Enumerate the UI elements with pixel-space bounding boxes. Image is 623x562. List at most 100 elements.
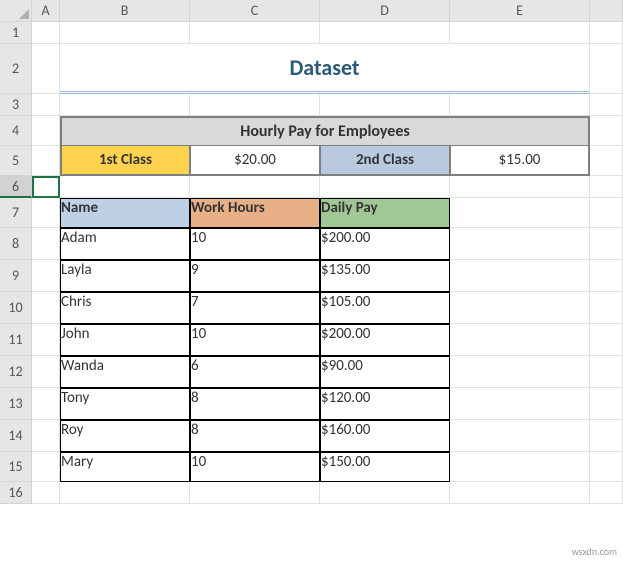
cell-C3[interactable] xyxy=(190,94,320,116)
th-hours[interactable]: Work Hours xyxy=(190,198,320,228)
row-header-5[interactable]: 5 xyxy=(0,146,32,176)
table-row[interactable]: $135.00 xyxy=(320,260,450,292)
table-row[interactable]: Adam xyxy=(60,228,190,260)
cell-E15[interactable] xyxy=(450,452,590,482)
cell-B3[interactable] xyxy=(60,94,190,116)
row-header-6[interactable]: 6 xyxy=(0,176,32,198)
cell-E10[interactable] xyxy=(450,292,590,324)
table-row[interactable]: John xyxy=(60,324,190,356)
row-header-8[interactable]: 8 xyxy=(0,228,32,260)
table-row[interactable]: Chris xyxy=(60,292,190,324)
cell-A16[interactable] xyxy=(32,482,60,504)
cell-A1[interactable] xyxy=(32,22,60,44)
row-header-7[interactable]: 7 xyxy=(0,198,32,228)
cell-A5[interactable] xyxy=(32,146,60,176)
row-header-1[interactable]: 1 xyxy=(0,22,32,44)
table-row[interactable]: Mary xyxy=(60,452,190,482)
cell-F10[interactable] xyxy=(590,292,623,324)
cell-C6[interactable] xyxy=(190,176,320,198)
col-header-D[interactable]: D xyxy=(320,0,450,22)
table-row[interactable]: Wanda xyxy=(60,356,190,388)
cell-A12[interactable] xyxy=(32,356,60,388)
cell-E12[interactable] xyxy=(450,356,590,388)
cell-A15[interactable] xyxy=(32,452,60,482)
cell-A4[interactable] xyxy=(32,116,60,146)
col-header-A[interactable]: A xyxy=(32,0,60,22)
cell-A10[interactable] xyxy=(32,292,60,324)
cell-E13[interactable] xyxy=(450,388,590,420)
table-row[interactable]: Layla xyxy=(60,260,190,292)
cell-A11[interactable] xyxy=(32,324,60,356)
cell-F11[interactable] xyxy=(590,324,623,356)
table-row[interactable]: 6 xyxy=(190,356,320,388)
table-row[interactable]: $200.00 xyxy=(320,324,450,356)
row-header-14[interactable]: 14 xyxy=(0,420,32,452)
cell-F8[interactable] xyxy=(590,228,623,260)
row-header-4[interactable]: 4 xyxy=(0,116,32,146)
table-row[interactable]: $120.00 xyxy=(320,388,450,420)
col-header-C[interactable]: C xyxy=(190,0,320,22)
cell-F9[interactable] xyxy=(590,260,623,292)
cell-F6[interactable] xyxy=(590,176,623,198)
cell-E6[interactable] xyxy=(450,176,590,198)
cell-F16[interactable] xyxy=(590,482,623,504)
cell-B6[interactable] xyxy=(60,176,190,198)
row-header-10[interactable]: 10 xyxy=(0,292,32,324)
col-header-B[interactable]: B xyxy=(60,0,190,22)
cell-F13[interactable] xyxy=(590,388,623,420)
cell-A3[interactable] xyxy=(32,94,60,116)
th-pay[interactable]: Daily Pay xyxy=(320,198,450,228)
cell-B16[interactable] xyxy=(60,482,190,504)
hourly-pay-header[interactable]: Hourly Pay for Employees xyxy=(60,116,590,146)
cell-E1[interactable] xyxy=(450,22,590,44)
row-header-11[interactable]: 11 xyxy=(0,324,32,356)
cell-A14[interactable] xyxy=(32,420,60,452)
class2-label[interactable]: 2nd Class xyxy=(320,146,450,176)
cell-F5[interactable] xyxy=(590,146,623,176)
cell-E7[interactable] xyxy=(450,198,590,228)
class1-rate[interactable]: $20.00 xyxy=(190,146,320,176)
page-title[interactable]: Dataset xyxy=(60,44,590,94)
cell-D16[interactable] xyxy=(320,482,450,504)
cell-E14[interactable] xyxy=(450,420,590,452)
class2-rate[interactable]: $15.00 xyxy=(450,146,590,176)
table-row[interactable]: 9 xyxy=(190,260,320,292)
cell-F14[interactable] xyxy=(590,420,623,452)
th-name[interactable]: Name xyxy=(60,198,190,228)
table-row[interactable]: 7 xyxy=(190,292,320,324)
class1-label[interactable]: 1st Class xyxy=(60,146,190,176)
row-header-12[interactable]: 12 xyxy=(0,356,32,388)
cell-F3[interactable] xyxy=(590,94,623,116)
cell-D1[interactable] xyxy=(320,22,450,44)
row-header-3[interactable]: 3 xyxy=(0,94,32,116)
table-row[interactable]: 10 xyxy=(190,452,320,482)
cell-C1[interactable] xyxy=(190,22,320,44)
table-row[interactable]: $200.00 xyxy=(320,228,450,260)
cell-F4[interactable] xyxy=(590,116,623,146)
cell-E3[interactable] xyxy=(450,94,590,116)
table-row[interactable]: $90.00 xyxy=(320,356,450,388)
cell-F15[interactable] xyxy=(590,452,623,482)
cell-A8[interactable] xyxy=(32,228,60,260)
cell-F2[interactable] xyxy=(590,44,623,94)
row-header-15[interactable]: 15 xyxy=(0,452,32,482)
row-header-9[interactable]: 9 xyxy=(0,260,32,292)
row-header-2[interactable]: 2 xyxy=(0,44,32,94)
row-header-13[interactable]: 13 xyxy=(0,388,32,420)
cell-E9[interactable] xyxy=(450,260,590,292)
col-header-E[interactable]: E xyxy=(450,0,590,22)
table-row[interactable]: Tony xyxy=(60,388,190,420)
cell-A13[interactable] xyxy=(32,388,60,420)
table-row[interactable]: $150.00 xyxy=(320,452,450,482)
cell-D6[interactable] xyxy=(320,176,450,198)
table-row[interactable]: $105.00 xyxy=(320,292,450,324)
cell-A7[interactable] xyxy=(32,198,60,228)
cell-D3[interactable] xyxy=(320,94,450,116)
select-all-corner[interactable] xyxy=(0,0,32,22)
cell-F7[interactable] xyxy=(590,198,623,228)
cell-F1[interactable] xyxy=(590,22,623,44)
cell-E8[interactable] xyxy=(450,228,590,260)
cell-A2[interactable] xyxy=(32,44,60,94)
cell-A9[interactable] xyxy=(32,260,60,292)
table-row[interactable]: 8 xyxy=(190,388,320,420)
